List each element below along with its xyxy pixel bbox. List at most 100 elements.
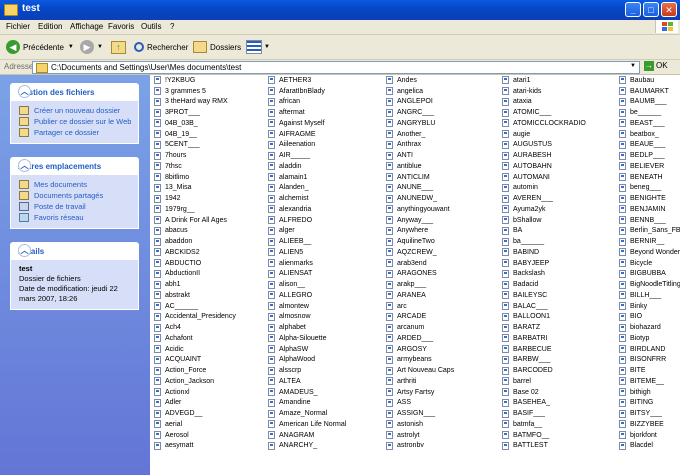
share-folder-link[interactable]: Partager ce dossier [19, 127, 132, 138]
file-item[interactable]: AfaratIbnBlady [268, 86, 346, 97]
file-item[interactable]: alison__ [268, 279, 346, 290]
file-item[interactable]: ADVEGD__ [154, 408, 236, 419]
file-item[interactable]: BASEHEA_ [502, 398, 586, 409]
file-item[interactable]: 3 grammes 5 [154, 86, 236, 97]
file-item[interactable]: BALLOON1 [502, 312, 586, 323]
file-item[interactable]: AquilineTwo [386, 236, 454, 247]
file-item[interactable]: ANARCHY_ [268, 441, 346, 452]
file-item[interactable]: Alanden_ [268, 183, 346, 194]
file-item[interactable]: ALLEGRO [268, 290, 346, 301]
file-item[interactable]: BARCODED [502, 365, 586, 376]
file-item[interactable]: ALIEEB__ [268, 236, 346, 247]
up-folder-button[interactable]: ↑ [111, 38, 126, 56]
menu-edition[interactable]: Edition [38, 22, 62, 31]
collapse-chevron-icon[interactable]: ︿ [18, 85, 31, 98]
file-item[interactable]: ANGRC___ [386, 107, 454, 118]
file-item[interactable]: 1979rg__ [154, 204, 236, 215]
file-item[interactable]: astrolyt [386, 430, 454, 441]
maximize-button[interactable]: □ [643, 2, 659, 17]
file-tasks-header[interactable]: Gestion des fichiers ︿ [10, 83, 139, 101]
file-item[interactable]: AbductionII [154, 269, 236, 280]
file-item[interactable]: Achafont [154, 333, 236, 344]
file-item[interactable]: almontew [268, 301, 346, 312]
file-item[interactable]: BIGBUBBA [619, 269, 680, 280]
file-item[interactable]: AUTOMANI [502, 172, 586, 183]
file-item[interactable]: BENIGHTE [619, 193, 680, 204]
menu-help[interactable]: ? [170, 22, 174, 31]
file-item[interactable]: Base 02 [502, 387, 586, 398]
file-item[interactable]: BENNB___ [619, 215, 680, 226]
file-item[interactable]: aesymatt [154, 441, 236, 452]
file-item[interactable]: armybeans [386, 355, 454, 366]
file-item[interactable]: Binky [619, 301, 680, 312]
network-places-link[interactable]: Favoris réseau [19, 212, 132, 223]
file-item[interactable]: BILLH___ [619, 290, 680, 301]
file-item[interactable]: ATOMICCLOCKRADIO [502, 118, 586, 129]
publish-web-link[interactable]: Publier ce dossier sur le Web [19, 116, 132, 127]
file-item[interactable]: aladdin [268, 161, 346, 172]
file-item[interactable]: ASS [386, 398, 454, 409]
file-item[interactable]: Beyond Wonder [619, 247, 680, 258]
file-item[interactable]: BENJAMIN [619, 204, 680, 215]
file-item[interactable]: Actionxl [154, 387, 236, 398]
file-item[interactable]: Acidic [154, 344, 236, 355]
file-item[interactable]: BA [502, 226, 586, 237]
file-item[interactable]: ataxia [502, 97, 586, 108]
file-item[interactable]: 8bitlimo [154, 172, 236, 183]
file-item[interactable]: aerial [154, 419, 236, 430]
file-item[interactable]: beneg___ [619, 183, 680, 194]
file-item[interactable]: 7hours [154, 150, 236, 161]
search-button[interactable]: Rechercher [134, 38, 188, 56]
file-item[interactable]: Art Nouveau Caps [386, 365, 454, 376]
forward-button[interactable]: ▶ ▼ [80, 38, 103, 56]
file-item[interactable]: bjorkfont [619, 430, 680, 441]
file-item[interactable]: Backslash [502, 269, 586, 280]
other-places-header[interactable]: Autres emplacements ︿ [10, 157, 139, 175]
file-item[interactable]: ACQUAINT [154, 355, 236, 366]
file-item[interactable]: anythingyouwant [386, 204, 454, 215]
file-item[interactable]: 04B_19__ [154, 129, 236, 140]
file-item[interactable]: Accidental_Presidency [154, 312, 236, 323]
go-button[interactable]: → OK [644, 61, 668, 71]
file-item[interactable]: ba______ [502, 236, 586, 247]
file-item[interactable]: American Life Normal [268, 419, 346, 430]
address-dropdown-icon[interactable]: ▼ [630, 63, 636, 69]
file-item[interactable]: AETHER3 [268, 75, 346, 86]
file-item[interactable]: arc [386, 301, 454, 312]
file-item[interactable]: ANGLEPOI [386, 97, 454, 108]
file-item[interactable]: Ayuma2yk [502, 204, 586, 215]
file-item[interactable]: 5CENT___ [154, 140, 236, 151]
file-item[interactable]: antiblue [386, 161, 454, 172]
file-item[interactable]: 13_Misa [154, 183, 236, 194]
file-item[interactable]: AC______ [154, 301, 236, 312]
file-item[interactable]: Aerosol [154, 430, 236, 441]
file-item[interactable]: BAUMB___ [619, 97, 680, 108]
file-item[interactable]: arab3end [386, 258, 454, 269]
file-item[interactable]: BISONFRR [619, 355, 680, 366]
file-item[interactable]: angelica [386, 86, 454, 97]
file-item[interactable]: batmfa__ [502, 419, 586, 430]
file-item[interactable]: BigNoodleTitling [619, 279, 680, 290]
menu-affichage[interactable]: Affichage [70, 22, 103, 31]
file-item[interactable]: AlphaSW [268, 344, 346, 355]
file-item[interactable]: Anyway___ [386, 215, 454, 226]
file-item[interactable]: ANAGRAM [268, 430, 346, 441]
file-item[interactable]: Against Myself [268, 118, 346, 129]
file-item[interactable]: Anthrax [386, 140, 454, 151]
file-item[interactable]: AURABESH [502, 150, 586, 161]
file-item[interactable]: ASSIGN___ [386, 408, 454, 419]
file-item[interactable]: BITSY___ [619, 408, 680, 419]
file-item[interactable]: BARATZ [502, 322, 586, 333]
file-item[interactable]: Bicycle [619, 258, 680, 269]
my-computer-link[interactable]: Poste de travail [19, 201, 132, 212]
file-item[interactable]: abstrakt [154, 290, 236, 301]
menu-outils[interactable]: Outils [141, 22, 161, 31]
file-item[interactable]: ALTEA [268, 376, 346, 387]
file-item[interactable]: AUTOBAHN [502, 161, 586, 172]
file-item[interactable]: BAILEYSC [502, 290, 586, 301]
folders-button[interactable]: Dossiers [193, 38, 241, 56]
file-item[interactable]: ATOMIC___ [502, 107, 586, 118]
file-item[interactable]: alamain1 [268, 172, 346, 183]
file-item[interactable]: ARANEA [386, 290, 454, 301]
file-item[interactable]: ANUNE___ [386, 183, 454, 194]
